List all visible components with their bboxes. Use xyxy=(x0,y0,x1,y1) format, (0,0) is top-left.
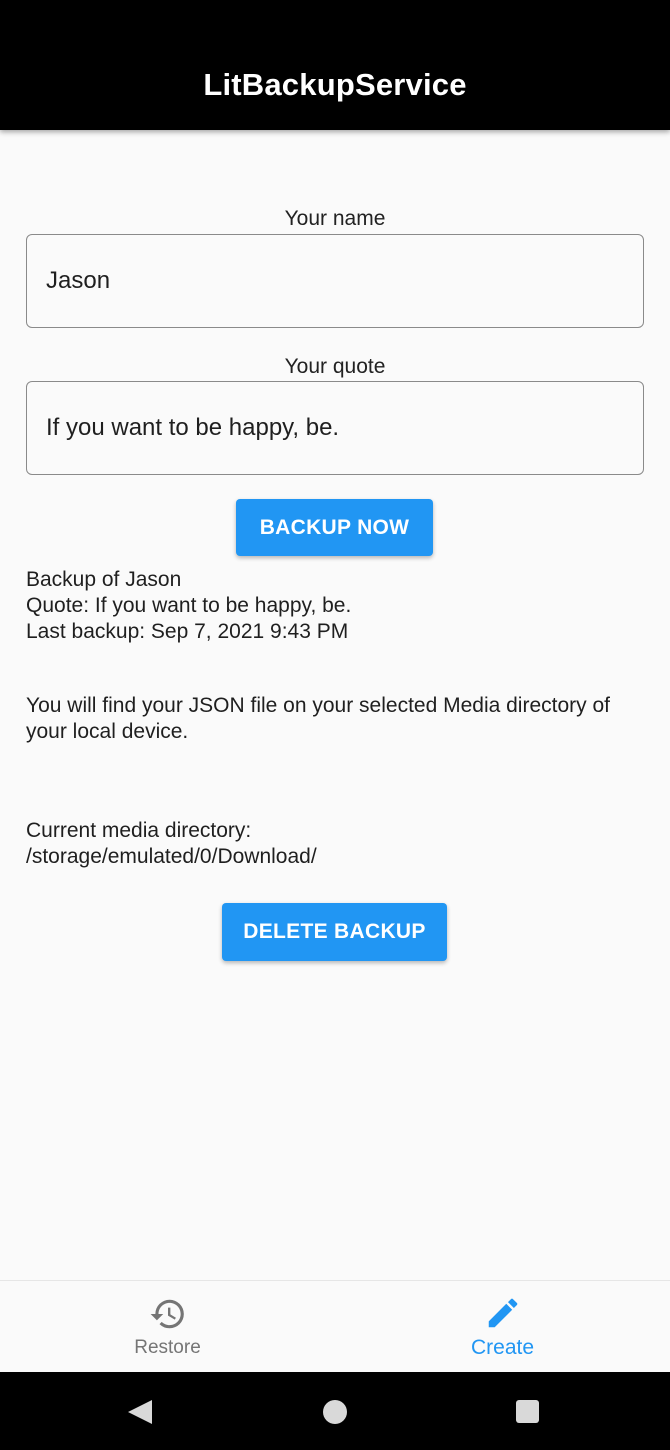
name-label: Your name xyxy=(284,207,386,230)
back-icon[interactable] xyxy=(126,1399,154,1425)
json-location-info: You will find your JSON file on your sel… xyxy=(26,694,611,743)
recents-icon[interactable] xyxy=(515,1399,540,1424)
backup-owner-text: Backup of Jason xyxy=(26,568,182,591)
quote-label: Your quote xyxy=(284,355,386,378)
name-input[interactable] xyxy=(27,235,643,327)
name-field-container xyxy=(26,234,644,328)
media-directory-path: /storage/emulated/0/Download/ xyxy=(26,845,317,868)
backup-info: Backup of Jason Quote: If you want to be… xyxy=(26,567,644,645)
app-title: LitBackupService xyxy=(203,67,467,102)
backup-now-button[interactable]: BACKUP NOW xyxy=(236,499,433,556)
bottom-navigation: Restore Create xyxy=(0,1280,670,1372)
quote-field-container xyxy=(26,381,644,475)
media-directory-info: Current media directory: /storage/emulat… xyxy=(26,818,644,870)
pencil-icon xyxy=(488,1298,517,1327)
history-icon xyxy=(150,1299,184,1328)
quote-input[interactable] xyxy=(27,382,643,474)
media-directory-label: Current media directory: xyxy=(26,819,252,842)
nav-item-create[interactable]: Create xyxy=(335,1281,670,1372)
nav-label-restore: Restore xyxy=(134,1336,201,1358)
nav-label-create: Create xyxy=(470,1335,535,1359)
system-navigation-bar xyxy=(0,1372,670,1450)
app-screen: LitBackupService Your name Your quote BA… xyxy=(0,0,670,1450)
home-icon[interactable] xyxy=(322,1399,348,1425)
delete-backup-button[interactable]: DELETE BACKUP xyxy=(222,903,447,961)
last-backup-text: Last backup: Sep 7, 2021 9:43 PM xyxy=(26,620,349,643)
app-bar: LitBackupService xyxy=(0,0,670,130)
backup-quote-text: Quote: If you want to be happy, be. xyxy=(26,594,352,617)
nav-item-restore[interactable]: Restore xyxy=(0,1281,335,1372)
